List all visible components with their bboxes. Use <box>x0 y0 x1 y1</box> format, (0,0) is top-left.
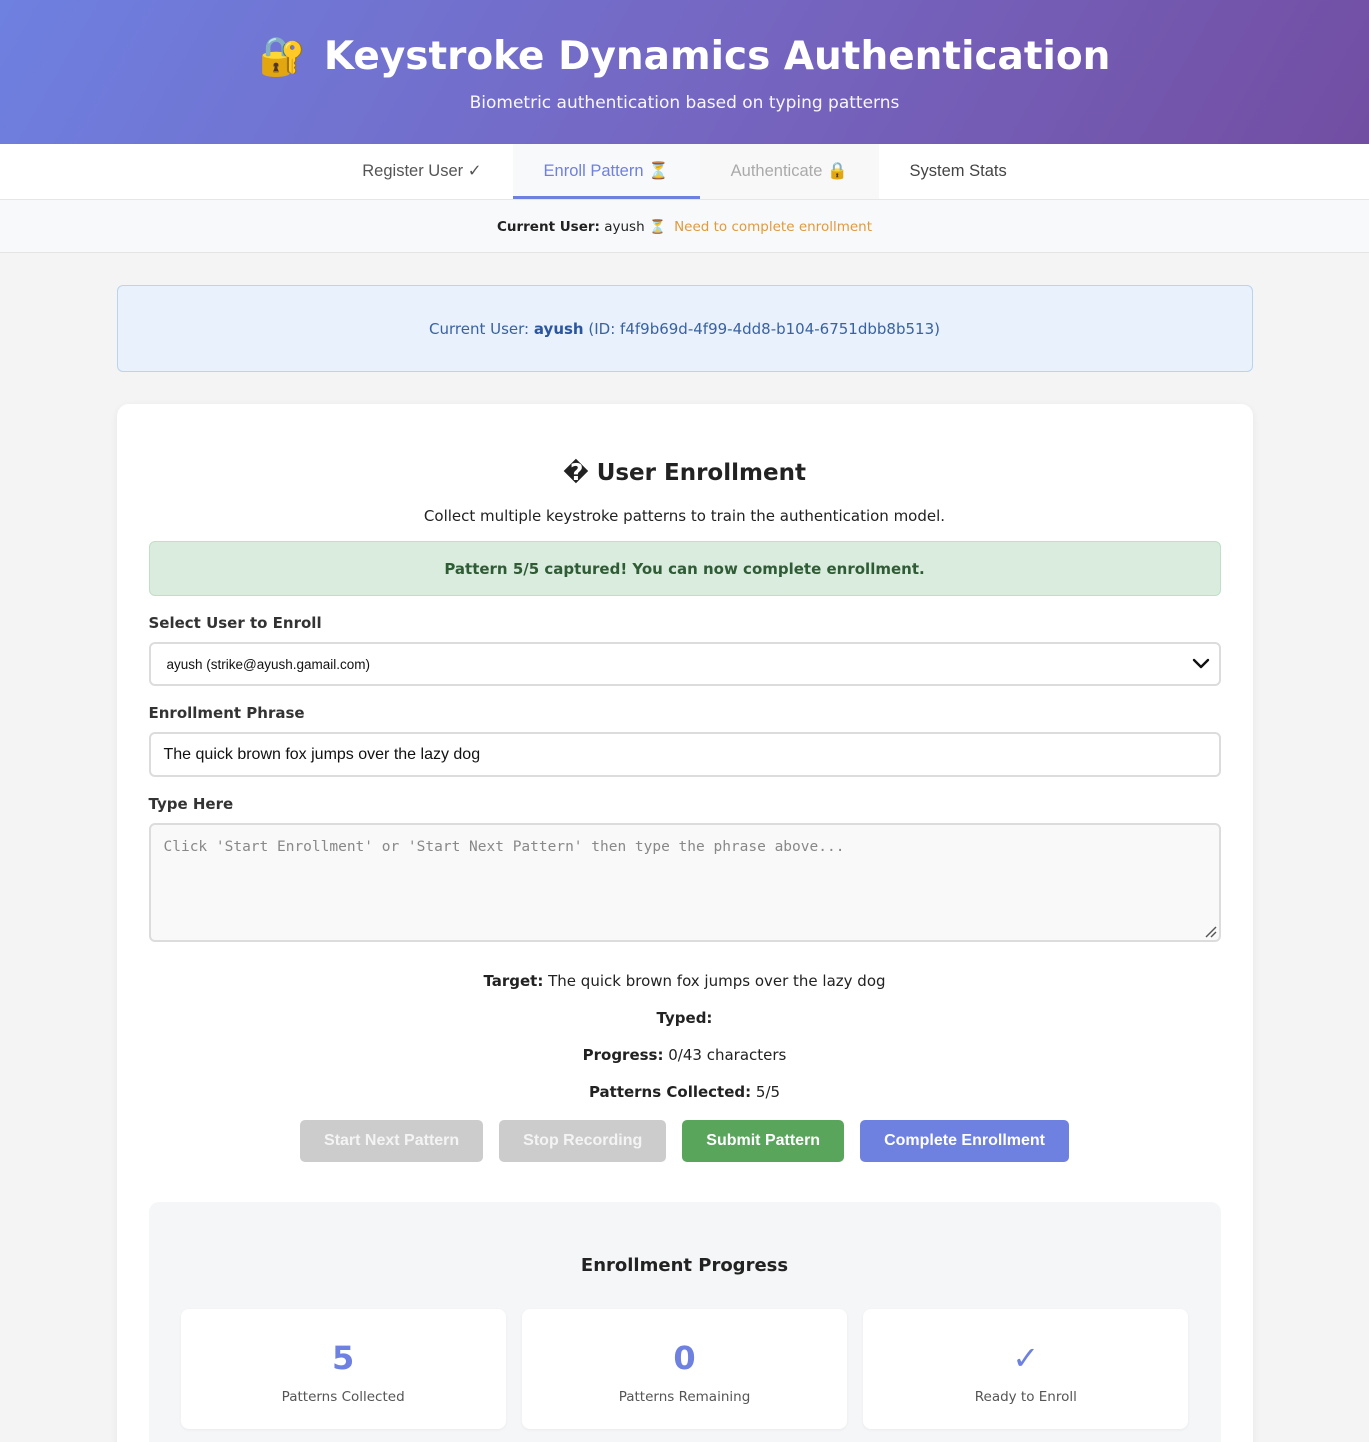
stop-recording-button[interactable]: Stop Recording <box>499 1120 667 1162</box>
typing-stats: Target: The quick brown fox jumps over t… <box>149 972 1221 1120</box>
progress-line: Progress: 0/43 characters <box>149 1046 1221 1083</box>
target-line: Target: The quick brown fox jumps over t… <box>149 972 1221 1009</box>
typing-placeholder: Click 'Start Enrollment' or 'Start Next … <box>163 839 845 855</box>
success-alert: Pattern 5/5 captured! You can now comple… <box>148 541 1221 596</box>
enrollment-progress-title: Enrollment Progress <box>580 1255 789 1276</box>
enrollment-description: Collect multiple keystroke patterns to t… <box>423 507 946 525</box>
enrollment-phrase-input[interactable]: The quick brown fox jumps over the lazy … <box>148 732 1221 777</box>
app-title-text: Keystroke Dynamics Authentication <box>323 34 1111 79</box>
start-next-pattern-button[interactable]: Start Next Pattern <box>300 1120 484 1162</box>
stat-label: Ready to Enroll <box>974 1389 1077 1405</box>
info-user-id: (ID: f4f9b69d-4f99-4dd8-b104-6751dbb8b51… <box>588 320 940 338</box>
typed-label: Typed: <box>656 1009 713 1027</box>
hourglass-icon: ⏳ <box>648 219 666 235</box>
tab-enroll-pattern[interactable]: Enroll Pattern ⏳ <box>512 144 700 199</box>
resize-handle-icon[interactable] <box>1203 924 1217 938</box>
stat-label: Patterns Remaining <box>618 1389 751 1405</box>
tab-bar: Register User ✓ Enroll Pattern ⏳ Authent… <box>0 144 1369 200</box>
enrollment-progress-panel: Enrollment Progress 5 Patterns Collected… <box>148 1202 1221 1442</box>
submit-pattern-button[interactable]: Submit Pattern <box>682 1120 845 1162</box>
current-user-status: Current User: ayush ⏳ Need to complete e… <box>0 200 1369 253</box>
complete-enrollment-button[interactable]: Complete Enrollment <box>860 1120 1069 1162</box>
stat-label: Patterns Collected <box>281 1389 405 1405</box>
app-subtitle: Biometric authentication based on typing… <box>469 93 900 113</box>
unknown-glyph-icon: � <box>563 460 589 486</box>
tab-register-user[interactable]: Register User ✓ <box>331 144 512 199</box>
stat-value: 5 <box>332 1339 355 1377</box>
select-user-dropdown[interactable]: ayush (strike@ayush.gamail.com) <box>148 642 1221 686</box>
lock-key-icon: 🔐 <box>258 34 306 78</box>
enrollment-title-text: User Enrollment <box>596 460 806 486</box>
progress-value: 0/43 characters <box>668 1046 787 1064</box>
tab-system-stats[interactable]: System Stats <box>879 144 1038 199</box>
info-prefix: Current User: <box>429 320 530 338</box>
progress-stat-row: 5 Patterns Collected 0 Patterns Remainin… <box>180 1309 1189 1429</box>
current-user-label: Current User: <box>496 219 600 235</box>
target-label: Target: <box>483 972 544 990</box>
enrollment-warning: Need to complete enrollment <box>674 219 873 235</box>
target-value: The quick brown fox jumps over the lazy … <box>548 972 886 990</box>
typed-line: Typed: <box>149 1009 1221 1046</box>
stat-card-patterns-collected: 5 Patterns Collected <box>180 1309 506 1429</box>
tab-authenticate[interactable]: Authenticate 🔒 <box>699 144 879 199</box>
patterns-line: Patterns Collected: 5/5 <box>149 1083 1221 1120</box>
current-user-name: ayush <box>604 219 645 235</box>
patterns-label: Patterns Collected: <box>588 1083 752 1101</box>
app-title: 🔐 Keystroke Dynamics Authentication <box>0 34 1369 79</box>
info-user-name: ayush <box>533 320 584 338</box>
stat-card-patterns-remaining: 0 Patterns Remaining <box>521 1309 848 1429</box>
enrollment-phrase-label: Enrollment Phrase <box>148 704 305 722</box>
app-header: 🔐 Keystroke Dynamics Authentication Biom… <box>0 0 1369 144</box>
select-user-label: Select User to Enroll <box>148 614 322 632</box>
stat-card-ready-to-enroll: ✓ Ready to Enroll <box>863 1309 1189 1429</box>
type-here-label: Type Here <box>148 795 234 813</box>
current-user-info-box: Current User: ayush (ID: f4f9b69d-4f99-4… <box>116 285 1253 372</box>
stat-value: 0 <box>673 1339 696 1377</box>
progress-label: Progress: <box>582 1046 664 1064</box>
action-buttons: Start Next Pattern Stop Recording Submit… <box>149 1120 1221 1162</box>
enrollment-title: � User Enrollment <box>149 404 1221 486</box>
chevron-down-icon <box>1192 658 1209 669</box>
typing-textarea[interactable]: Click 'Start Enrollment' or 'Start Next … <box>148 823 1221 942</box>
patterns-value: 5/5 <box>755 1083 781 1101</box>
checkmark-icon: ✓ <box>1012 1339 1040 1377</box>
enrollment-card: � User Enrollment Collect multiple keyst… <box>116 404 1253 1442</box>
select-user-value: ayush (strike@ayush.gamail.com) <box>166 656 371 672</box>
